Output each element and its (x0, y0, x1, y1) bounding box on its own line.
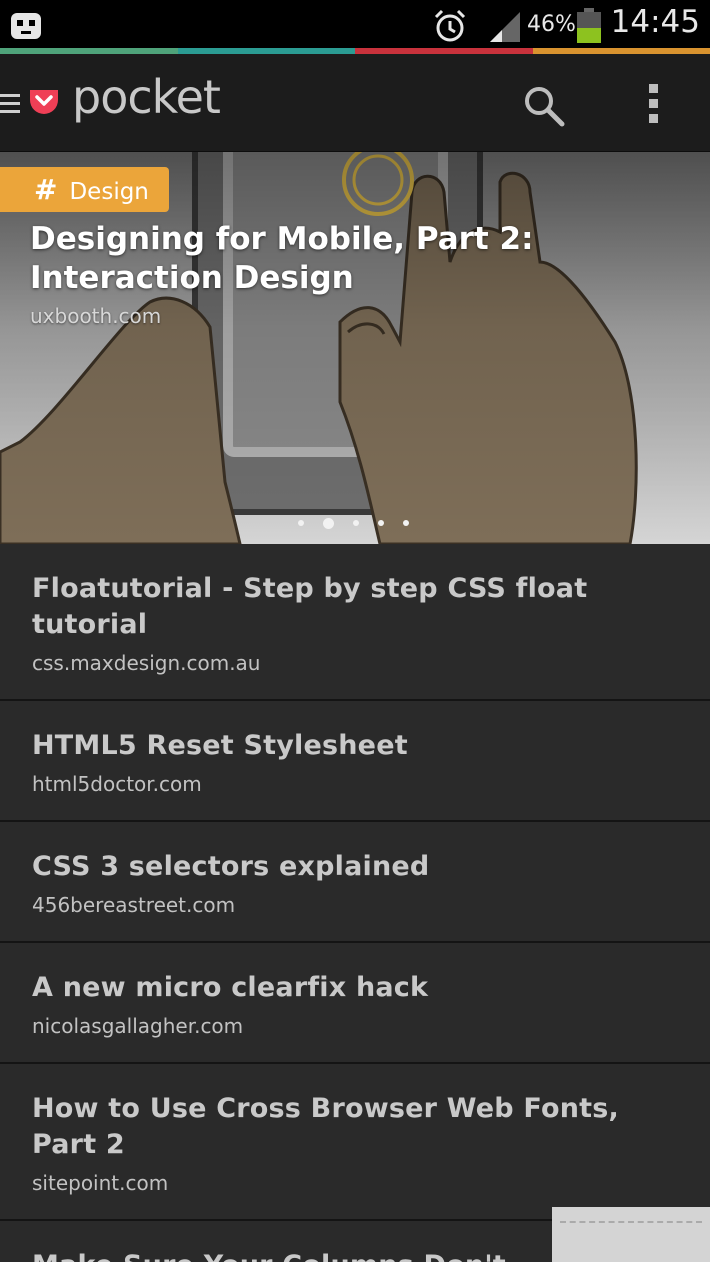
menu-icon[interactable] (0, 90, 22, 118)
featured-domain: uxbooth.com (30, 304, 162, 328)
article-domain: html5doctor.com (32, 772, 202, 796)
battery-icon (577, 8, 601, 43)
app-bar: pocket (0, 54, 710, 152)
app-logo-text: pocket (72, 70, 221, 124)
carousel-dot[interactable] (403, 520, 409, 526)
alarm-icon (434, 9, 466, 42)
list-item[interactable]: CSS 3 selectors explained 456bereastreet… (0, 822, 710, 943)
list-item[interactable]: A new micro clearfix hack nicolasgallagh… (0, 943, 710, 1064)
article-list: Floatutorial - Step by step CSS float tu… (0, 544, 710, 1262)
carousel-dot[interactable] (298, 520, 304, 526)
featured-title: Designing for Mobile, Part 2: Interactio… (30, 221, 534, 296)
signal-icon (490, 12, 520, 42)
carousel-dot-active[interactable] (323, 517, 334, 529)
article-thumbnail (552, 1207, 710, 1262)
article-domain: nicolasgallagher.com (32, 1014, 244, 1038)
article-title: A new micro clearfix hack (32, 972, 429, 1003)
article-domain: css.maxdesign.com.au (32, 651, 261, 675)
hashtag-icon: # (34, 173, 58, 206)
article-title: CSS 3 selectors explained (32, 851, 430, 882)
status-time: 14:45 (610, 4, 700, 40)
list-item[interactable]: Floatutorial - Step by step CSS float tu… (0, 544, 710, 701)
status-bar: 46% 14:45 (0, 0, 710, 48)
article-title: Floatutorial - Step by step CSS float tu… (32, 573, 588, 640)
article-domain: sitepoint.com (32, 1171, 169, 1195)
battery-percentage: 46% (527, 12, 576, 37)
article-title: HTML5 Reset Stylesheet (32, 730, 408, 761)
article-title: How to Use Cross Browser Web Fonts, Part… (32, 1093, 619, 1160)
article-domain: 456bereastreet.com (32, 893, 236, 917)
pocket-logo-icon (30, 90, 58, 114)
carousel-indicator (298, 516, 428, 530)
list-item[interactable]: HTML5 Reset Stylesheet html5doctor.com (0, 701, 710, 822)
app-notification-icon (11, 13, 41, 39)
more-vertical-icon[interactable] (630, 78, 680, 128)
featured-tag-label: Design (69, 179, 149, 205)
featured-article-card[interactable]: # Design Designing for Mobile, Part 2: In… (0, 152, 710, 544)
article-title: Make Sure Your Columns Don't (32, 1248, 510, 1262)
featured-tag[interactable]: # Design (0, 167, 169, 212)
carousel-dot[interactable] (378, 520, 384, 526)
carousel-dot[interactable] (353, 520, 359, 526)
list-item[interactable]: How to Use Cross Browser Web Fonts, Part… (0, 1064, 710, 1221)
search-icon[interactable] (518, 80, 568, 130)
